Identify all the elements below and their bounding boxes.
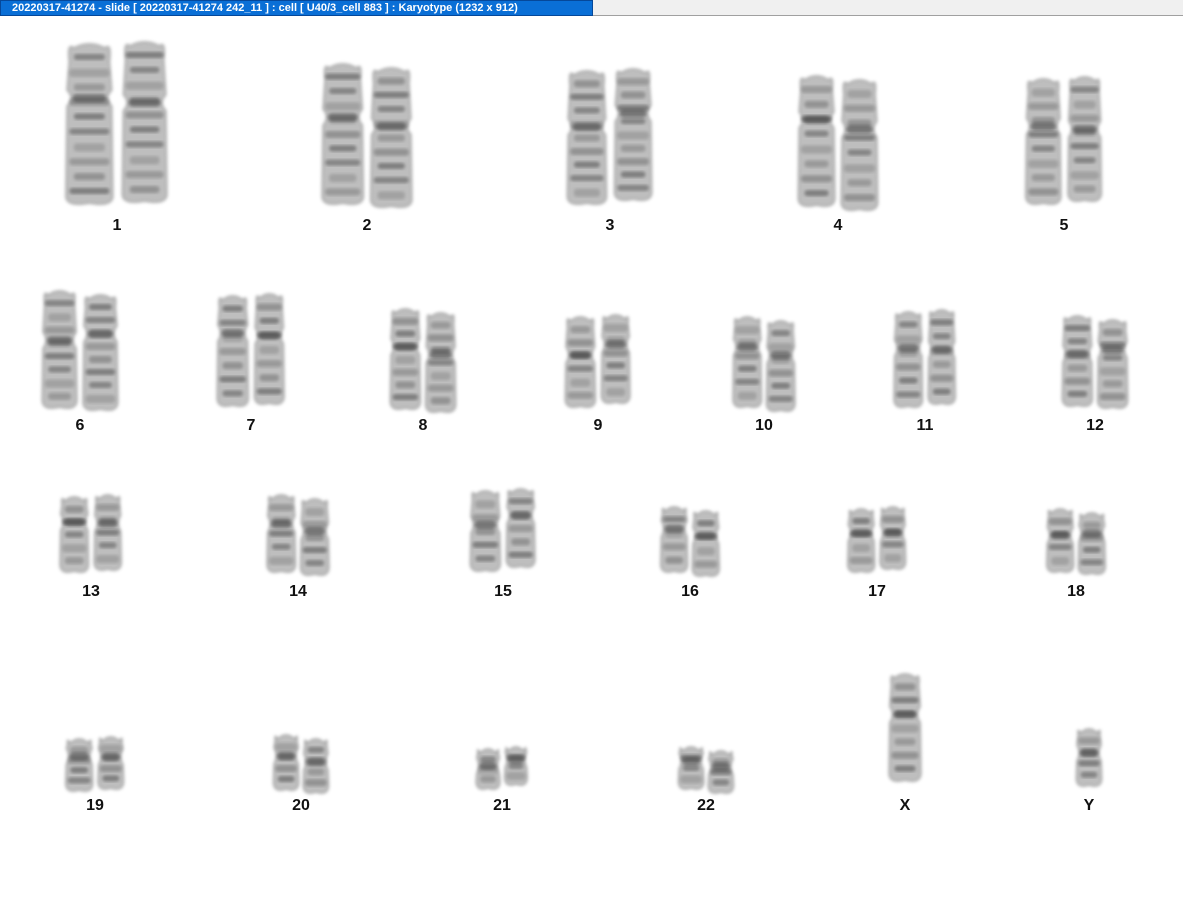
window-title: 20220317-41274 - slide [ 20220317-41274 … — [12, 2, 518, 14]
chromosome-label-Y: Y — [1083, 797, 1095, 814]
title-bar-line — [593, 0, 1183, 16]
chromosome-Y-chromatid — [1075, 728, 1103, 787]
karyotype-canvas: 1 2 3 4 5 6 7 8 9 10 11 12 13 14 15 16 17 18 19 20 21 22 X Y — [0, 17, 1183, 909]
window-title-bar[interactable]: 20220317-41274 - slide [ 20220317-41274 … — [0, 0, 593, 16]
chromosome-pair-Y-image — [1075, 728, 1103, 787]
